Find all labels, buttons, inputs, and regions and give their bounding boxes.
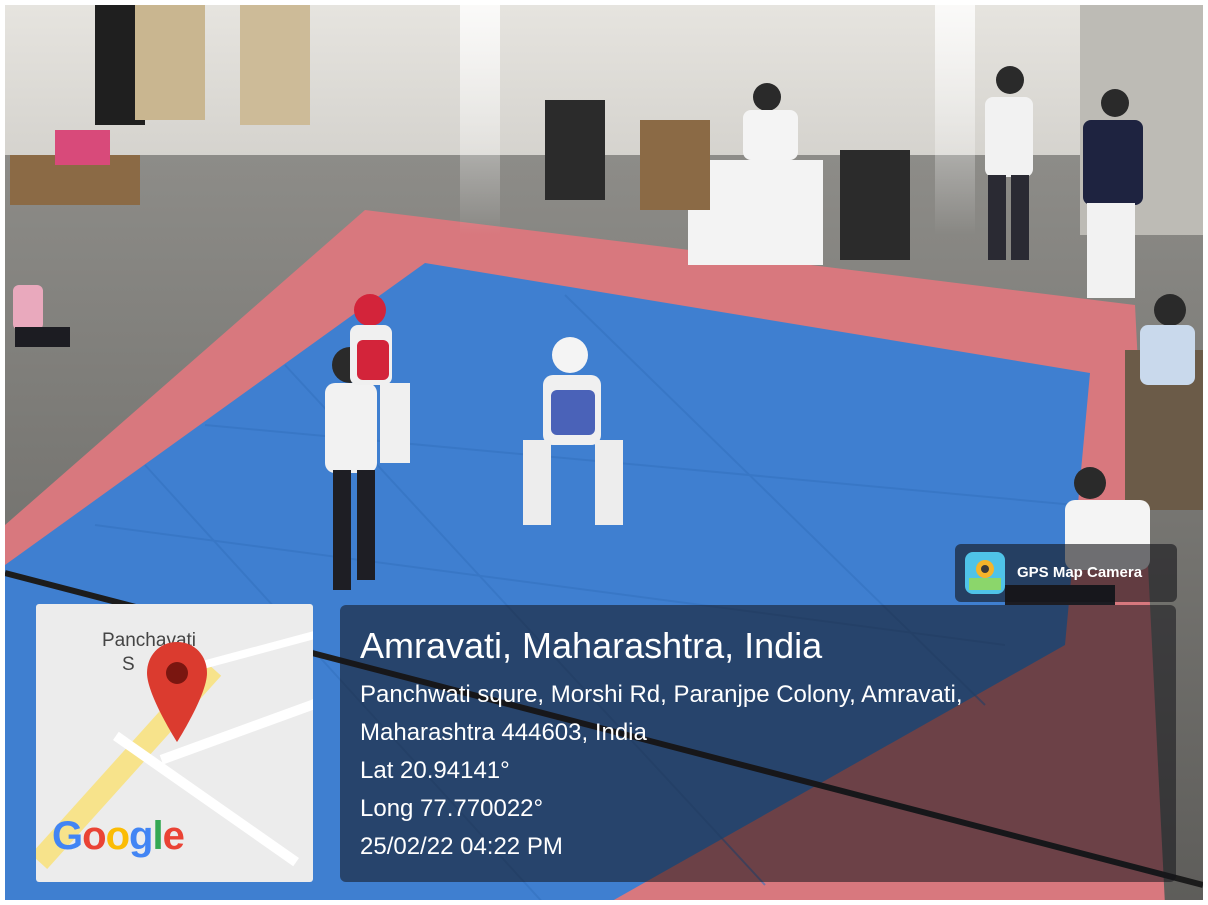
- map-place-label-2: S: [122, 654, 135, 675]
- gps-map-camera-app-icon: [965, 552, 1005, 594]
- seated-person: [13, 285, 70, 347]
- google-logo: Google: [52, 814, 185, 858]
- map-thumbnail: Panchavati S Google: [36, 604, 313, 882]
- location-info-panel: Amravati, Maharashtra, India Panchwati s…: [340, 605, 1176, 882]
- location-pin-icon: [147, 642, 207, 742]
- photo: GPS Map Camera Panchavati S Google Amrav…: [5, 5, 1203, 900]
- timestamp: 25/02/22 04:22 PM: [360, 833, 563, 860]
- spectator: [1140, 294, 1195, 385]
- table-official: [743, 83, 798, 160]
- address-line-2: Maharashtra 444603, India: [360, 719, 647, 746]
- latitude: Lat 20.94141°: [360, 757, 510, 784]
- fighter-blue: [523, 337, 623, 525]
- location-title: Amravati, Maharashtra, India: [360, 625, 823, 666]
- gps-map-camera-label: GPS Map Camera: [1017, 564, 1143, 581]
- longitude: Long 77.770022°: [360, 795, 544, 822]
- spectator: [1083, 89, 1143, 298]
- address-line-1: Panchwati squre, Morshi Rd, Paranjpe Col…: [360, 681, 963, 708]
- gps-map-camera-badge: GPS Map Camera: [955, 544, 1177, 602]
- spectator: [985, 66, 1033, 260]
